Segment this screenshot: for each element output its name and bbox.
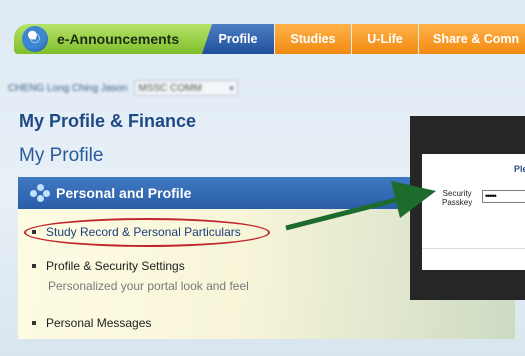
green-arrow-icon [285, 181, 436, 231]
portal-screen: ☉ e-Announcements Profile Studies U-Life… [0, 0, 525, 356]
